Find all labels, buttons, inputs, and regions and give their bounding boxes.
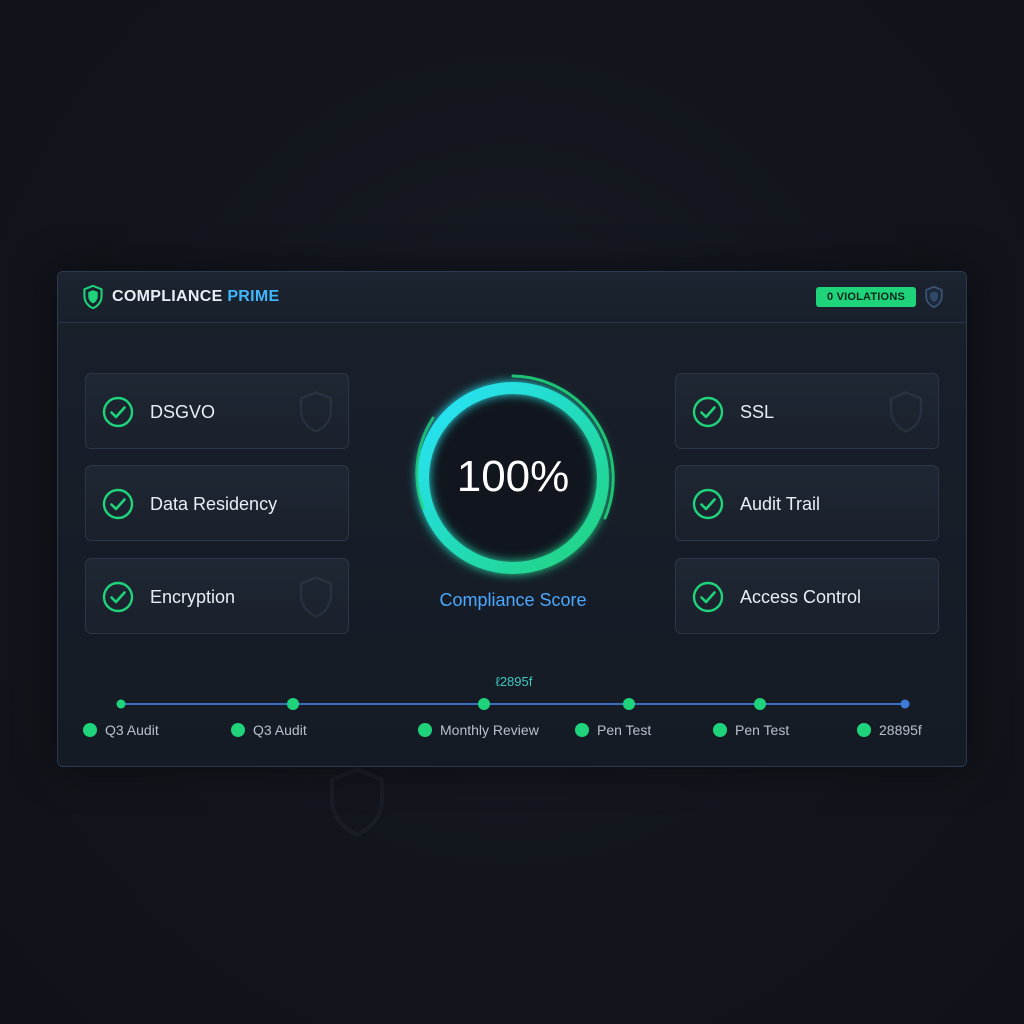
check-label: Data Residency	[150, 494, 278, 514]
timeline-event[interactable]: Q3 Audit	[231, 722, 307, 738]
check-card-data-residency[interactable]: Data Residency	[85, 465, 349, 541]
compliance-panel: COMPLIANCE PRIME 0 VIOLATIONS DSGVO Data…	[57, 271, 967, 767]
shield-icon	[83, 285, 103, 309]
check-label: Encryption	[150, 587, 236, 607]
timeline-node	[478, 698, 490, 710]
check-circle-icon	[102, 581, 134, 613]
timeline-node	[900, 699, 910, 709]
timeline-event-label: Pen Test	[735, 722, 790, 738]
check-card-encryption[interactable]: Encryption	[85, 558, 349, 634]
status-dot	[857, 723, 871, 737]
timeline-node	[754, 698, 766, 710]
timeline-node	[287, 698, 299, 710]
panel-header: COMPLIANCE PRIME 0 VIOLATIONS	[58, 272, 966, 323]
timeline-event[interactable]: Pen Test	[575, 722, 651, 738]
check-card-ssl[interactable]: SSL	[675, 373, 939, 449]
timeline-event[interactable]: Q3 Audit	[83, 722, 159, 738]
timeline-event[interactable]: Monthly Review	[418, 722, 539, 738]
timeline-event-label: Monthly Review	[440, 722, 539, 738]
status-dot	[83, 723, 97, 737]
check-circle-icon	[102, 396, 134, 428]
brand: COMPLIANCE PRIME	[82, 285, 279, 309]
shield-icon	[299, 391, 333, 433]
shield-icon	[299, 576, 333, 618]
violations-badge[interactable]: 0 VIOLATIONS	[816, 287, 916, 307]
timeline-top-label: ℓ2895f	[495, 674, 533, 689]
check-label: Audit Trail	[740, 494, 821, 514]
check-label: Access Control	[740, 587, 862, 607]
check-circle-icon	[692, 488, 724, 520]
check-circle-icon	[692, 396, 724, 428]
timeline-event-label: 28895f	[879, 722, 922, 738]
timeline-event[interactable]: 28895f	[857, 722, 922, 738]
timeline-node	[623, 698, 635, 710]
timeline-event-label: Pen Test	[597, 722, 652, 738]
status-dot	[231, 723, 245, 737]
check-card-dsgvo[interactable]: DSGVO	[85, 373, 349, 449]
compliance-score-label: Compliance Score	[439, 590, 587, 610]
app-root: COMPLIANCE PRIME 0 VIOLATIONS DSGVO Data…	[0, 0, 1024, 1024]
timeline-event-label: Q3 Audit	[253, 722, 307, 738]
compliance-score-value: 100%	[456, 452, 570, 501]
check-card-access-control[interactable]: Access Control	[675, 558, 939, 634]
check-circle-icon	[102, 488, 134, 520]
background-shield-icon	[330, 767, 384, 837]
timeline-event[interactable]: Pen Test	[713, 722, 789, 738]
check-label: SSL	[740, 402, 775, 422]
app-title-accent: PRIME	[227, 288, 280, 305]
shield-icon	[889, 391, 923, 433]
status-dot	[575, 723, 589, 737]
check-label: DSGVO	[150, 402, 216, 422]
check-circle-icon	[692, 581, 724, 613]
app-title-primary: COMPLIANCE	[112, 288, 223, 305]
check-card-audit-trail[interactable]: Audit Trail	[675, 465, 939, 541]
status-dot	[418, 723, 432, 737]
shield-icon[interactable]	[924, 286, 944, 308]
timeline-node	[116, 699, 126, 709]
timeline-event-label: Q3 Audit	[105, 722, 159, 738]
status-dot	[713, 723, 727, 737]
